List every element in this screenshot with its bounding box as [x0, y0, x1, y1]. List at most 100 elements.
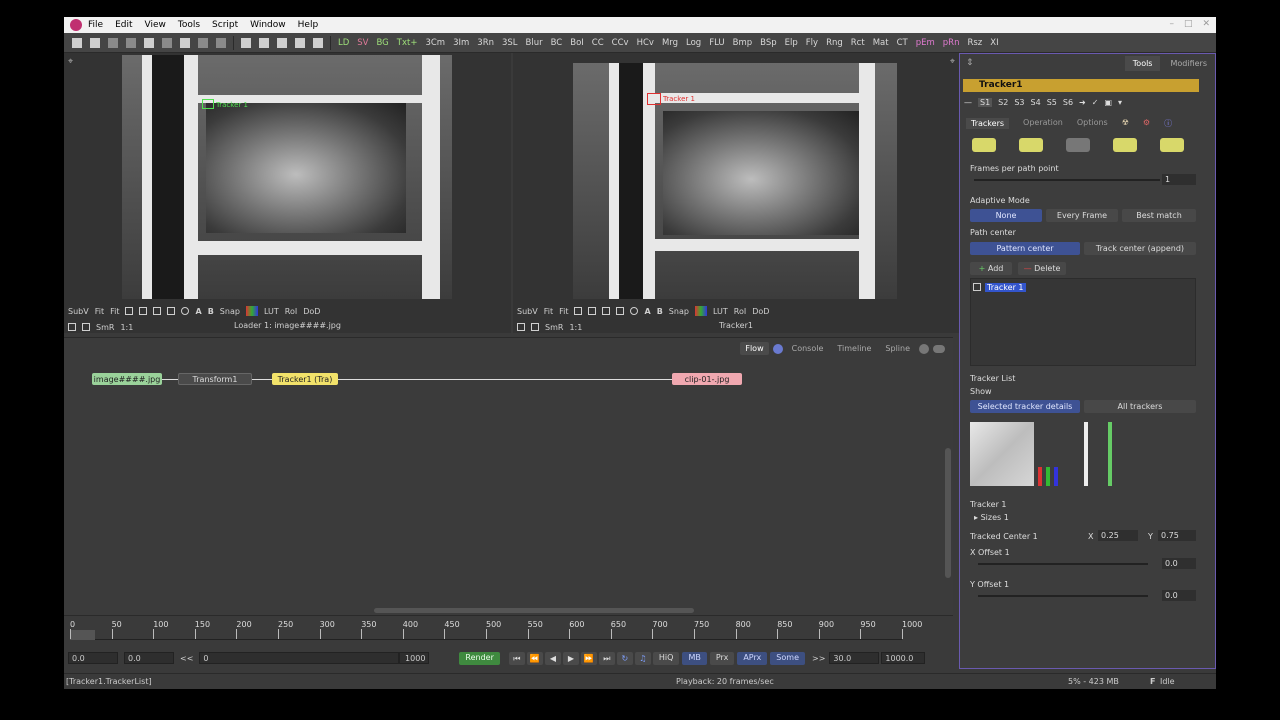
dod-button[interactable]: DoD — [752, 307, 769, 316]
slot-s3[interactable]: S3 — [1014, 98, 1024, 107]
delete-icon[interactable] — [216, 37, 226, 48]
tool-rng[interactable]: Rng — [826, 38, 843, 48]
comment-icon[interactable] — [933, 344, 945, 353]
track-reverse-from-end-icon[interactable] — [972, 138, 996, 152]
tracker-list-item[interactable]: Tracker 1 — [973, 281, 1026, 293]
tab-spline[interactable]: Spline — [880, 342, 915, 355]
flow-vertical-scrollbar[interactable] — [945, 448, 951, 578]
tool-pem[interactable]: pEm — [916, 38, 935, 48]
tool-bg[interactable]: BG — [377, 38, 389, 48]
prx-button[interactable]: Prx — [709, 651, 735, 665]
adaptive-best-match-button[interactable]: Best match — [1122, 209, 1196, 222]
tab-flow[interactable]: Flow — [740, 342, 769, 355]
menu-edit[interactable]: Edit — [115, 20, 132, 30]
tracker-box-overlay[interactable] — [202, 99, 214, 109]
tracker-list[interactable]: Tracker 1 — [970, 278, 1196, 366]
frames-per-path-slider[interactable] — [974, 179, 1160, 181]
tool-blur[interactable]: Blur — [526, 38, 543, 48]
x-offset-slider[interactable] — [978, 563, 1148, 565]
paint-icon[interactable] — [602, 307, 611, 315]
more-icon[interactable]: ▾ — [1118, 98, 1122, 107]
range-start-field[interactable]: 0 — [199, 652, 400, 664]
node-transform[interactable]: Transform1 — [178, 373, 252, 385]
subtab-operation[interactable]: Operation — [1023, 118, 1063, 129]
fps-field[interactable]: 30.0 — [829, 652, 880, 664]
slot-s5[interactable]: S5 — [1047, 98, 1057, 107]
global-start-field[interactable]: 0.0 — [68, 652, 118, 664]
tool-bsp[interactable]: BSp — [760, 38, 776, 48]
snap-button[interactable]: Snap — [669, 307, 689, 316]
y-offset-slider[interactable] — [978, 595, 1148, 597]
pattern-center-button[interactable]: Pattern center — [970, 242, 1080, 255]
add-tracker-button[interactable]: + Add — [970, 262, 1012, 275]
settings-icon[interactable] — [919, 343, 929, 354]
adaptive-none-button[interactable]: None — [970, 209, 1042, 222]
polyline-icon[interactable] — [588, 307, 597, 315]
selected-tracker-details-button[interactable]: Selected tracker details — [970, 400, 1080, 413]
color-channels-icon[interactable] — [245, 306, 258, 316]
node-loader[interactable]: image####.jpg — [92, 373, 162, 385]
radioactive-icon[interactable]: ☢ — [1122, 118, 1129, 129]
render-button[interactable]: Render — [459, 651, 500, 665]
y-offset-field[interactable]: 0.0 — [1162, 590, 1196, 601]
tool-ld[interactable]: LD — [338, 38, 349, 48]
menu-tools[interactable]: Tools — [178, 20, 200, 30]
slot-s4[interactable]: S4 — [1031, 98, 1041, 107]
step-back-icon[interactable]: ⏪ — [526, 651, 543, 665]
subview-button[interactable]: SubV — [517, 307, 538, 316]
fit-button[interactable]: Fit — [544, 307, 553, 316]
fullscreen-icon[interactable] — [313, 37, 323, 48]
tab-console[interactable]: Console — [787, 342, 829, 355]
stop-tracking-icon[interactable] — [1066, 138, 1090, 152]
all-trackers-button[interactable]: All trackers — [1084, 400, 1196, 413]
menu-window[interactable]: Window — [250, 20, 286, 30]
pick-icon[interactable]: ✓ — [1092, 98, 1099, 107]
forward-range-icon[interactable]: >> — [812, 654, 825, 663]
viewer-pin-icon[interactable]: ⌖ — [68, 57, 73, 67]
tool-flu[interactable]: FLU — [709, 38, 724, 48]
spline-icon[interactable] — [125, 307, 134, 315]
subview-button[interactable]: SubV — [68, 307, 89, 316]
layout-grid-icon[interactable] — [295, 37, 305, 48]
panel-pin-icon[interactable]: ⇕ — [966, 58, 974, 68]
track-center-button[interactable]: Track center (append) — [1084, 242, 1196, 255]
range-end-field[interactable]: 1000 — [399, 652, 430, 664]
tool-elp[interactable]: Elp — [785, 38, 798, 48]
tool-3rn[interactable]: 3Rn — [477, 38, 494, 48]
tool-ct[interactable]: CT — [897, 38, 908, 48]
track-forward-from-start-icon[interactable] — [1160, 138, 1184, 152]
hiq-button[interactable]: HiQ — [652, 651, 680, 665]
info-icon[interactable]: ⓘ — [1164, 118, 1172, 129]
tool-3sl[interactable]: 3SL — [502, 38, 518, 48]
tool-bmp[interactable]: Bmp — [733, 38, 753, 48]
tab-timeline[interactable]: Timeline — [832, 342, 876, 355]
tracker-name[interactable]: Tracker 1 — [985, 282, 1026, 292]
tool-log[interactable]: Log — [686, 38, 701, 48]
go-end-icon[interactable]: ⏭ — [598, 651, 615, 665]
minimize-icon[interactable]: – — [1169, 19, 1174, 29]
tool-boi[interactable]: BoI — [570, 38, 584, 48]
arrow-icon[interactable]: ➜ — [1079, 98, 1086, 107]
tool-fly[interactable]: Fly — [806, 38, 818, 48]
mb-button[interactable]: MB — [682, 651, 707, 665]
save-icon[interactable] — [108, 37, 118, 48]
step-forward-icon[interactable]: ⏩ — [580, 651, 597, 665]
delete-tracker-button[interactable]: — Delete — [1018, 262, 1066, 275]
tool-ccv[interactable]: CCv — [612, 38, 629, 48]
tool-mat[interactable]: Mat — [873, 38, 889, 48]
loop-icon[interactable]: ↻ — [616, 651, 633, 665]
tool-hcv[interactable]: HCv — [637, 38, 654, 48]
close-icon[interactable]: ✕ — [1202, 19, 1210, 29]
maximize-icon[interactable]: □ — [1184, 19, 1193, 29]
slot-s6[interactable]: S6 — [1063, 98, 1073, 107]
fit-alt-button[interactable]: Fit — [110, 307, 119, 316]
audio-icon[interactable]: ♫ — [634, 651, 651, 665]
tab-modifiers[interactable]: Modifiers — [1162, 56, 1215, 71]
aprx-button[interactable]: APrx — [737, 651, 768, 665]
go-start-icon[interactable]: ⏮ — [508, 651, 525, 665]
rect-icon[interactable] — [616, 307, 625, 315]
some-button[interactable]: Some — [770, 651, 805, 665]
viewer-left[interactable]: ⌖ Tracker 1 SubV Fit Fit A B Snap LUT Ro… — [64, 53, 511, 333]
flow-view[interactable]: Flow Console Timeline Spline image####.j… — [64, 337, 953, 615]
tool-cc[interactable]: CC — [592, 38, 604, 48]
